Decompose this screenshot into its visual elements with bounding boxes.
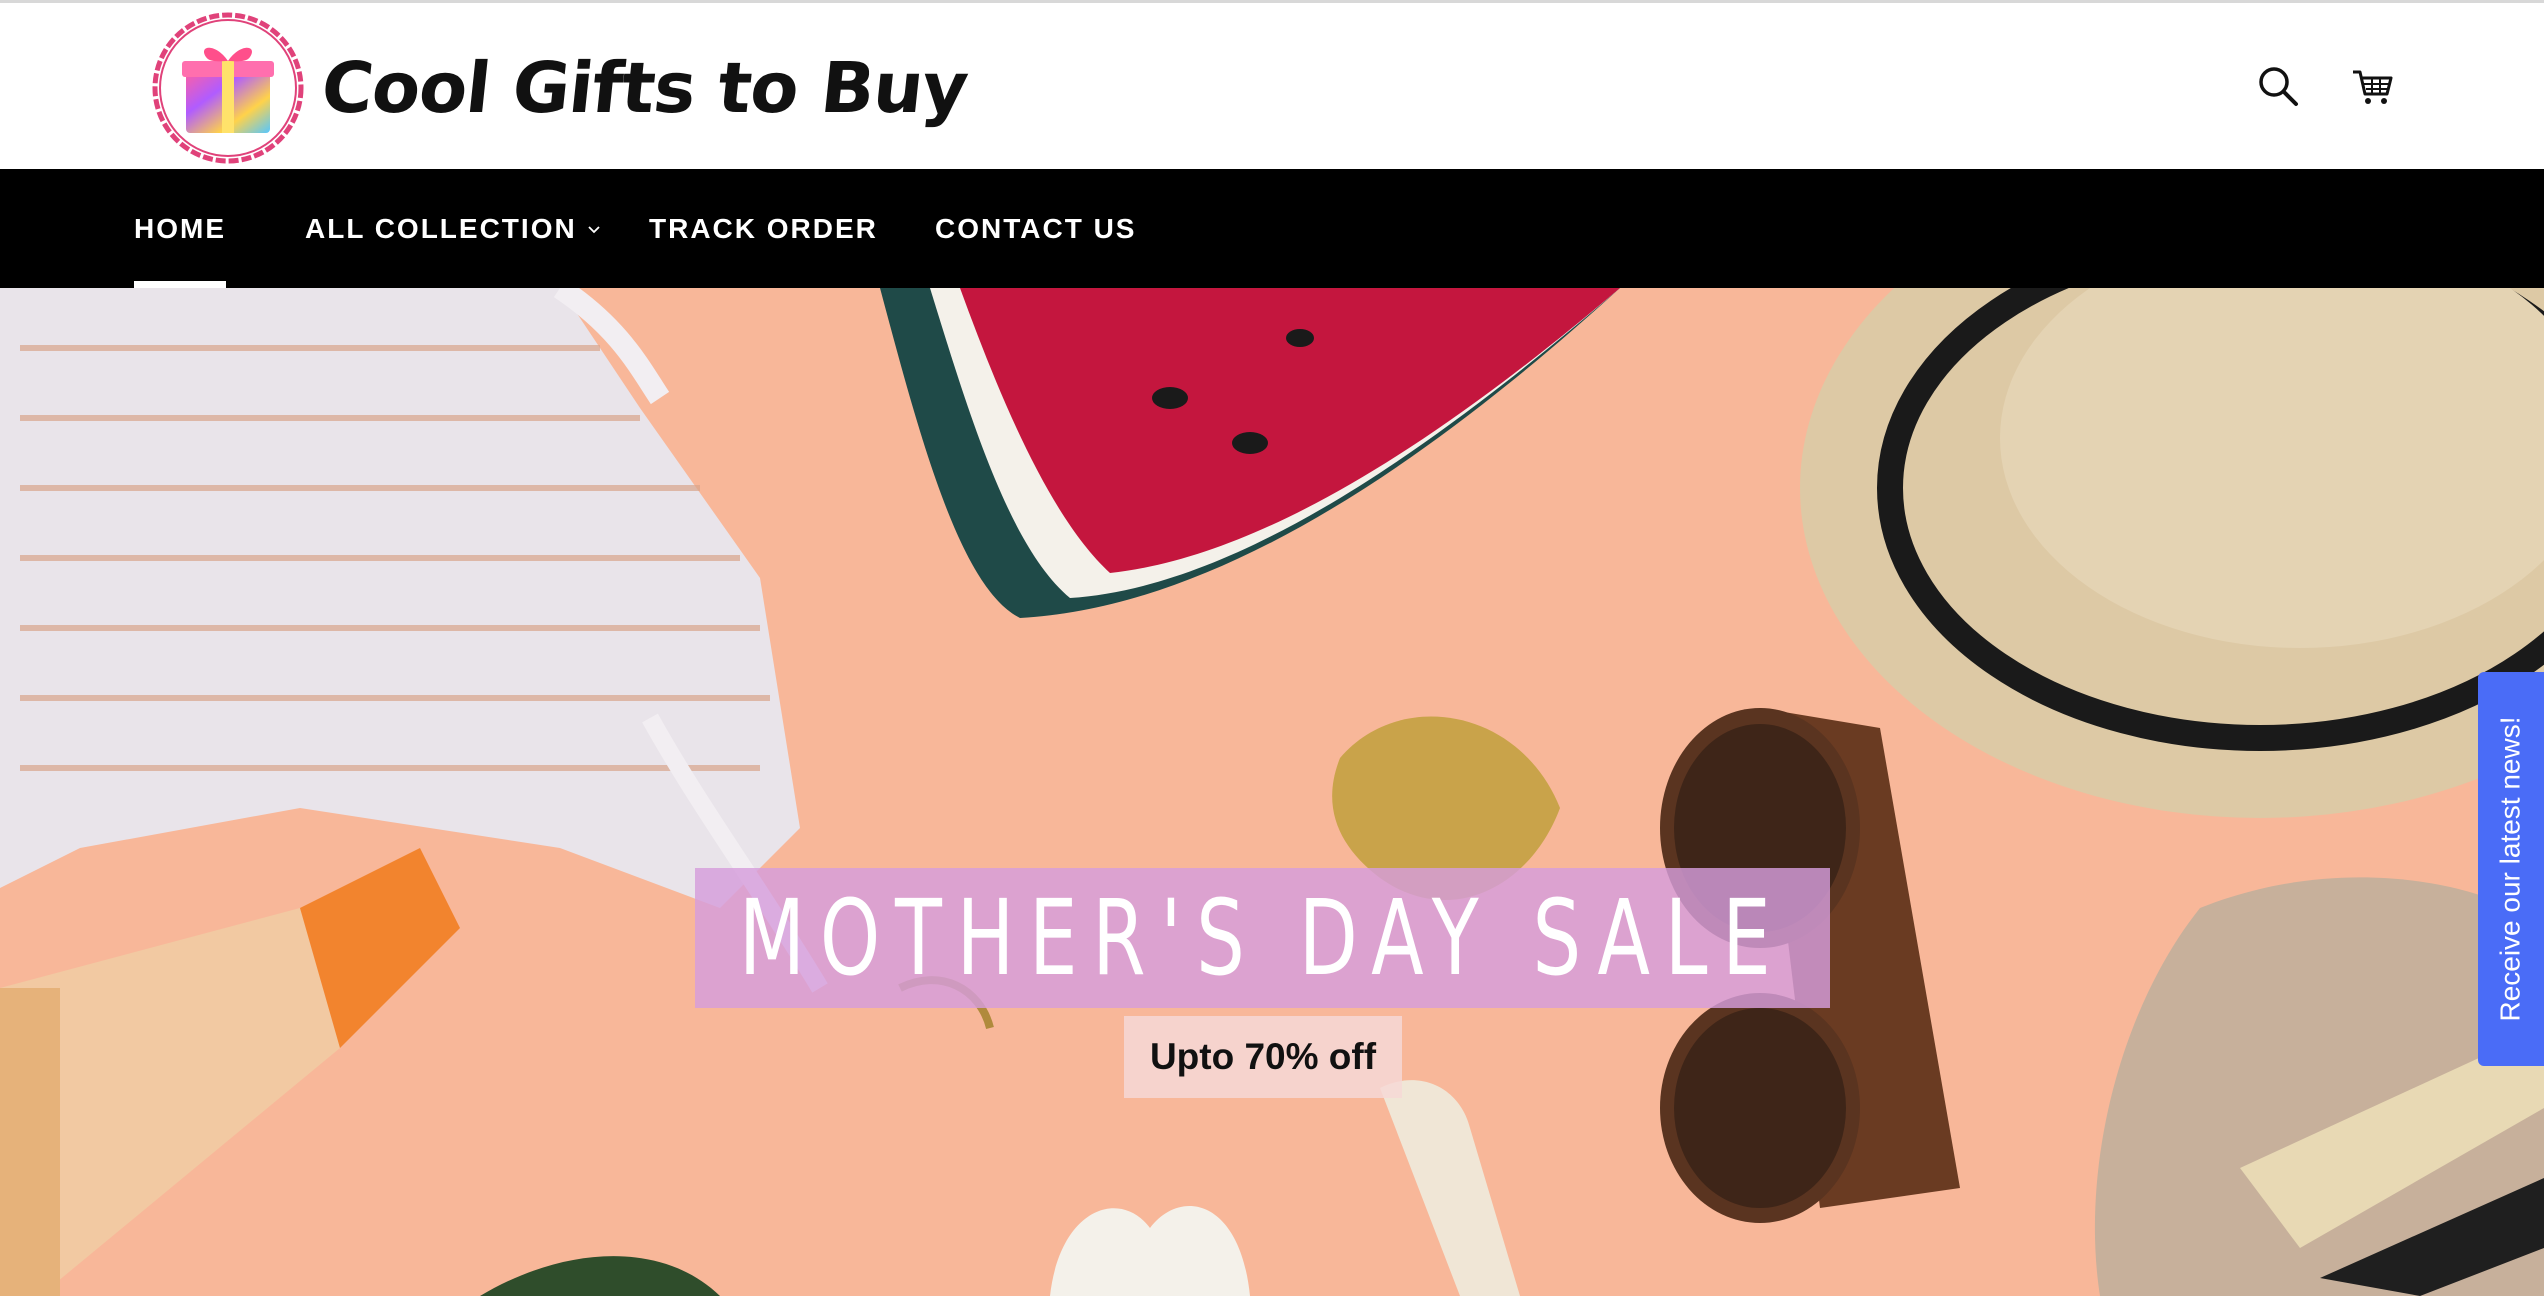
cart-button[interactable] xyxy=(2342,56,2402,116)
hero-subtitle: Upto 70% off xyxy=(1149,1036,1377,1077)
nav-item-label: ALL COLLECTION xyxy=(305,212,577,244)
site-logo[interactable]: Cool Gifts to Buy xyxy=(148,9,971,167)
nav-item-label: TRACK ORDER xyxy=(649,212,878,244)
newsletter-tab[interactable]: Receive our latest news! xyxy=(2478,672,2544,1066)
site-header: Cool Gifts to Buy xyxy=(0,3,2544,169)
nav-item-contact-us[interactable]: CONTACT US xyxy=(935,169,1136,288)
nav-item-label: HOME xyxy=(134,212,226,244)
nav-item-label: CONTACT US xyxy=(935,212,1137,244)
logo-text: Cool Gifts to Buy xyxy=(317,47,972,129)
gift-icon xyxy=(148,9,308,167)
chevron-down-icon xyxy=(588,225,600,233)
newsletter-tab-label: Receive our latest news! xyxy=(2495,716,2527,1022)
nav-item-all-collection[interactable]: ALL COLLECTION xyxy=(305,169,601,288)
hero-title-box: MOTHER'S DAY SALE xyxy=(695,868,1830,1008)
hero-title: MOTHER'S DAY SALE xyxy=(739,877,1786,999)
hero-banner[interactable]: MOTHER'S DAY SALE Upto 70% off xyxy=(0,288,2544,1296)
nav-item-home[interactable]: HOME xyxy=(134,169,226,288)
hero-image xyxy=(0,288,2544,1296)
cart-icon xyxy=(2353,70,2393,104)
search-button[interactable] xyxy=(2248,56,2308,116)
search-icon xyxy=(2259,67,2298,106)
main-nav: HOME ALL COLLECTION TRACK ORDER CONTACT … xyxy=(0,169,2544,288)
hero-subtitle-box: Upto 70% off xyxy=(1124,1016,1402,1098)
nav-item-track-order[interactable]: TRACK ORDER xyxy=(649,169,878,288)
